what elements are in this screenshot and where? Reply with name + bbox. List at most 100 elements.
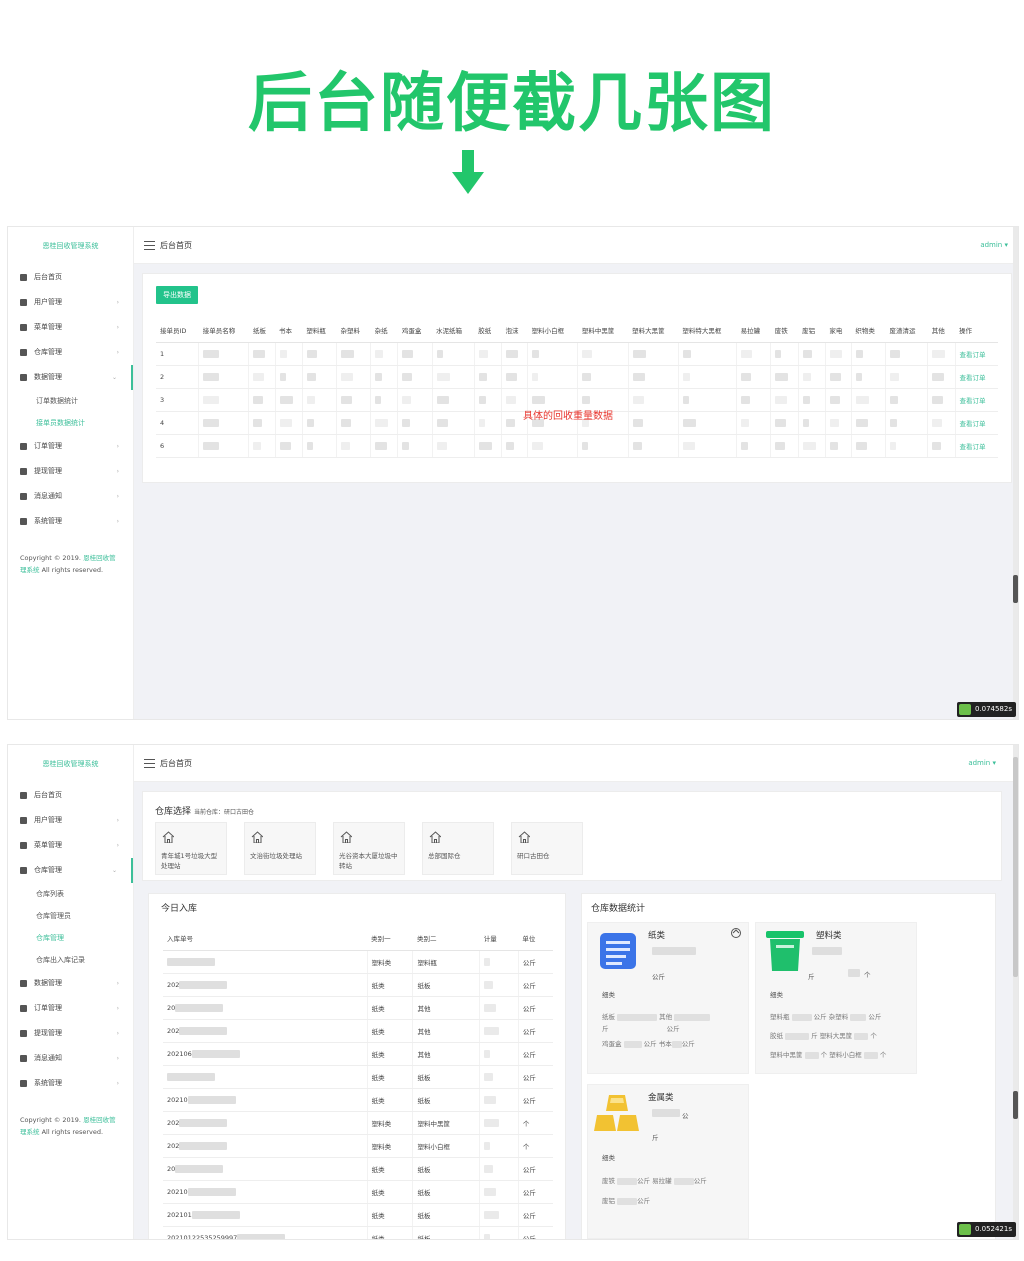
view-orders-link[interactable]: 查看订单 — [954, 388, 998, 412]
masked-cell — [797, 388, 826, 412]
submenu-item-0[interactable]: 订单数据统计 — [8, 390, 133, 412]
masked-cell — [824, 342, 852, 366]
menu-item-icon — [20, 274, 27, 281]
warehouse-card[interactable]: 总部国际仓 — [422, 822, 494, 875]
entry-number-text: 20210 — [167, 1187, 188, 1196]
sidebar-item-1[interactable]: 用户管理 › — [8, 808, 133, 833]
column-header: 鸡蛋盒 — [397, 318, 433, 343]
sidebar-item-extra-3[interactable]: 系统管理 › — [8, 509, 133, 534]
sidebar-item-4[interactable]: 数据管理 ⌄ — [8, 365, 133, 390]
masked-cell — [885, 411, 928, 435]
warehouse-card[interactable]: 文治街垃圾处理站 — [244, 822, 316, 875]
warehouse-name: 总部国际仓 — [428, 852, 461, 860]
entry-number-text: 202 — [167, 1118, 180, 1127]
menu-item-icon — [20, 817, 27, 824]
submenu-item-2[interactable]: 仓库管理 — [8, 927, 133, 949]
sidebar-item-label: 消息通知 — [34, 492, 62, 500]
sidebar-item-extra-2[interactable]: 提现管理 › — [8, 1021, 133, 1046]
table-row: 1 查看订单 — [156, 342, 998, 366]
plastic-detail-label: 细类 — [770, 991, 783, 999]
menu-toggle-icon[interactable] — [144, 241, 155, 250]
masked-cell — [885, 388, 928, 412]
quantity-masked — [479, 1111, 519, 1135]
column-header: 水泥纸箱 — [432, 318, 475, 343]
admin-dropdown[interactable]: admin ▾ — [968, 745, 996, 782]
masked-cell — [431, 365, 475, 389]
column-header: 书本 — [275, 318, 303, 343]
warehouse-card[interactable]: 研口古田仓 — [511, 822, 583, 875]
menu-item-icon — [20, 842, 27, 849]
submenu-item-0[interactable]: 仓库列表 — [8, 883, 133, 905]
masked-cell — [274, 411, 303, 435]
masked-cell — [397, 365, 433, 389]
masked-cell — [335, 434, 371, 458]
sidebar-item-0[interactable]: 后台首页 — [8, 783, 133, 808]
view-orders-link[interactable]: 查看订单 — [954, 342, 998, 366]
sidebar-item-1[interactable]: 用户管理 › — [8, 290, 133, 315]
masked-cell — [500, 365, 528, 389]
brand-logo[interactable]: 恩桂回收管理系统 — [8, 745, 133, 783]
scrollbar-marker[interactable] — [1013, 1091, 1018, 1119]
quantity-masked — [479, 1203, 519, 1227]
brand-logo[interactable]: 恩桂回收管理系统 — [8, 227, 133, 265]
scrollbar-thumb[interactable] — [1013, 575, 1018, 603]
menu-item-icon — [20, 1055, 27, 1062]
admin-dropdown[interactable]: admin ▾ — [980, 227, 1008, 264]
masked-cell — [301, 365, 337, 389]
masked-cell — [850, 411, 886, 435]
sidebar-item-extra-1[interactable]: 订单管理 › — [8, 996, 133, 1021]
paper-icon — [600, 933, 636, 969]
sidebar-item-extra-0[interactable]: 数据管理 › — [8, 971, 133, 996]
warehouse-card[interactable]: 青年城1号垃圾大型处理站 — [155, 822, 227, 875]
chevron-icon: › — [116, 324, 119, 331]
sidebar-item-extra-4[interactable]: 系统管理 › — [8, 1071, 133, 1096]
sidebar-item-2[interactable]: 菜单管理 › — [8, 833, 133, 858]
sidebar-item-extra-2[interactable]: 消息通知 › — [8, 484, 133, 509]
unit: 个 — [517, 1111, 553, 1135]
column-header: 其他 — [927, 318, 956, 343]
view-orders-link[interactable]: 查看订单 — [954, 365, 998, 389]
menu-toggle-icon[interactable] — [144, 759, 155, 768]
sidebar-item-3[interactable]: 仓库管理 ⌄ — [8, 858, 133, 883]
category-one: 纸类 — [366, 1180, 413, 1204]
sidebar-item-0[interactable]: 后台首页 — [8, 265, 133, 290]
sidebar-item-extra-0[interactable]: 订单管理 › — [8, 434, 133, 459]
export-button[interactable]: 导出数据 — [156, 286, 198, 304]
submenu-item-1[interactable]: 接单员数据统计 — [8, 412, 133, 434]
view-orders-link[interactable]: 查看订单 — [954, 411, 998, 435]
submenu-item-1[interactable]: 仓库管理员 — [8, 905, 133, 927]
sidebar-item-2[interactable]: 菜单管理 › — [8, 315, 133, 340]
menu-item-icon — [20, 980, 27, 987]
sidebar-item-label: 订单管理 — [34, 442, 62, 450]
scrollbar-thumb[interactable] — [1013, 757, 1018, 977]
plastic-icon — [766, 931, 804, 971]
column-header: 泡沫 — [501, 318, 528, 343]
masked-cell — [927, 365, 956, 389]
sidebar-item-label: 提现管理 — [34, 467, 62, 475]
masked-cell — [335, 388, 371, 412]
warehouse-card[interactable]: 光谷资本大厦垃圾中转站 — [333, 822, 405, 875]
menu-item-icon — [20, 299, 27, 306]
sidebar-item-3[interactable]: 仓库管理 › — [8, 340, 133, 365]
category-one: 纸类 — [366, 1019, 413, 1043]
unit: 公斤 — [517, 1157, 553, 1181]
masked-cell — [473, 434, 502, 458]
masked-cell — [797, 365, 826, 389]
metal-detail-label: 细类 — [602, 1154, 615, 1162]
view-orders-link[interactable]: 查看订单 — [954, 434, 998, 458]
sidebar-item-extra-1[interactable]: 提现管理 › — [8, 459, 133, 484]
sidebar-item-extra-3[interactable]: 消息通知 › — [8, 1046, 133, 1071]
entry-number — [163, 950, 368, 974]
masked-cell — [824, 411, 852, 435]
masked-cell — [198, 434, 249, 458]
submenu-item-3[interactable]: 仓库出入库记录 — [8, 949, 133, 971]
masked-cell — [850, 342, 886, 366]
column-header: 废渣清运 — [885, 318, 928, 343]
sidebar-item-label: 数据管理 — [34, 979, 62, 987]
masked-cell — [198, 365, 249, 389]
masked-cell — [198, 411, 249, 435]
page-scrollbar[interactable] — [1013, 227, 1018, 719]
table-row: 202 纸类 纸板 公斤 — [163, 973, 553, 997]
chevron-icon: › — [116, 443, 119, 450]
topbar: 后台首页 admin ▾ — [134, 227, 1018, 264]
